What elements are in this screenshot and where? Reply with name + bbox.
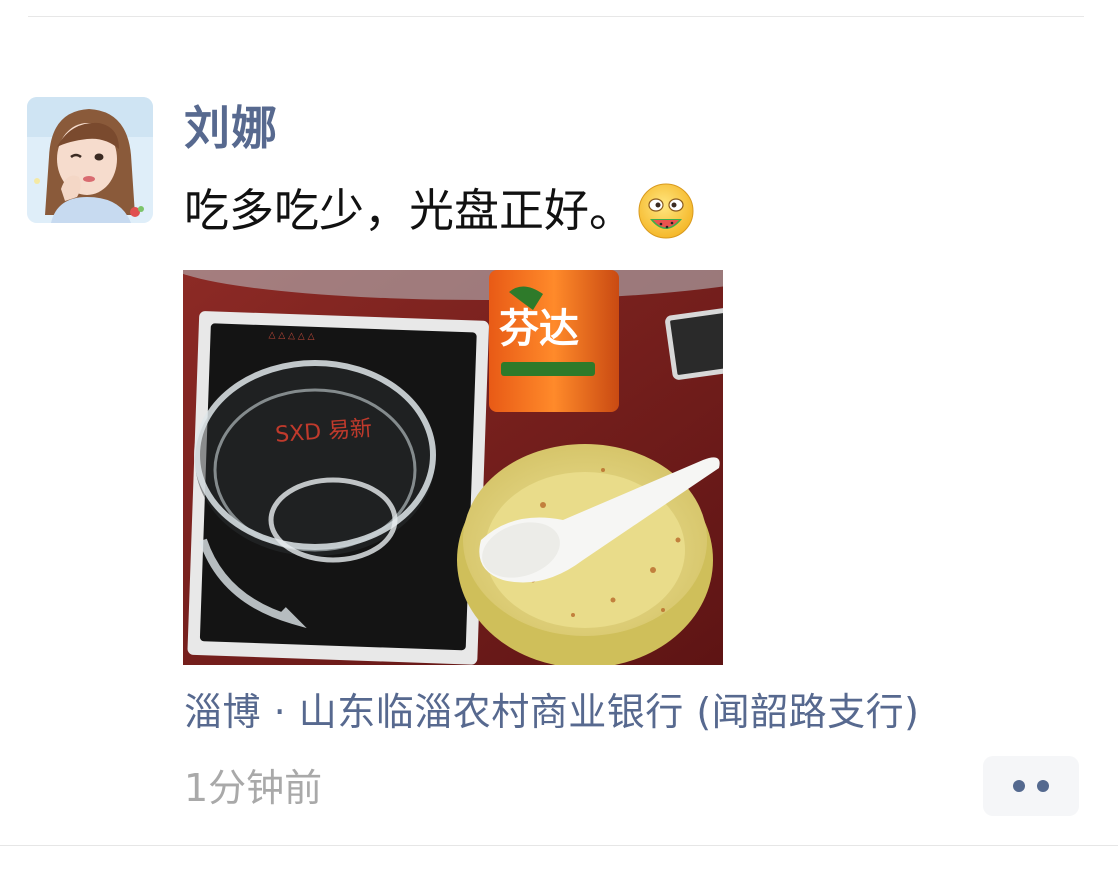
post-photo[interactable]: △ △ △ △ △ SXD 易新 芬达 <box>183 270 723 665</box>
divider-bottom <box>0 845 1118 846</box>
can-label: 芬达 <box>499 306 579 352</box>
svg-text:△ △ △ △ △: △ △ △ △ △ <box>268 330 314 342</box>
moments-feed: 刘娜 吃多吃少，光盘正好。 △ △ △ △ △ SXD 易新 芬达 淄博 · 山… <box>0 0 1118 880</box>
avatar[interactable] <box>27 97 153 223</box>
post-timestamp: 1分钟前 <box>184 766 323 810</box>
more-actions-button[interactable] <box>983 756 1079 816</box>
post-text: 吃多吃少，光盘正好。 <box>184 180 696 242</box>
more-dot-icon <box>1037 780 1049 792</box>
post-location[interactable]: 淄博 · 山东临淄农村商业银行 (闻韶路支行) <box>184 684 919 740</box>
author-name[interactable]: 刘娜 <box>184 98 278 158</box>
divider-top <box>28 16 1084 17</box>
post-text-content: 吃多吃少，光盘正好。 <box>184 184 635 237</box>
melon-eating-face-icon <box>636 181 696 241</box>
more-dot-icon <box>1013 780 1025 792</box>
